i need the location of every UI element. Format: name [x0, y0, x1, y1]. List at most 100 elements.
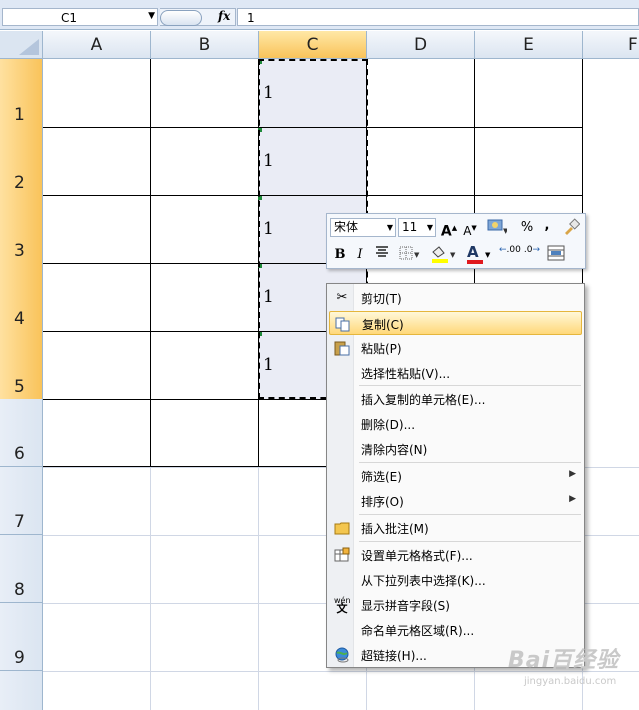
menu-item-label: 插入复制的单元格(E)... — [361, 393, 486, 407]
menu-item-copy[interactable]: 复制(C) — [329, 311, 582, 335]
menu-item-insert-copied-cells[interactable]: 插入复制的单元格(E)... — [329, 387, 582, 411]
increase-decimal-button[interactable]: ←.00 — [499, 245, 521, 265]
watermark-url: jingyan.baidu.com — [524, 676, 617, 687]
menu-item-define-name[interactable]: 命名单元格区域(R)... — [329, 618, 582, 642]
menu-separator — [359, 541, 581, 542]
select-all-icon — [19, 39, 39, 55]
fill-color-button[interactable]: ▼ — [429, 245, 459, 265]
menu-item-label: 剪切(T) — [361, 292, 402, 306]
menu-item-label: 删除(D)... — [361, 418, 416, 432]
column-header-e[interactable]: E — [475, 31, 583, 59]
font-size-value: 11 — [402, 220, 418, 234]
borders-button[interactable]: ▼ — [397, 245, 423, 265]
menu-separator — [359, 514, 581, 515]
phonetic-icon: wén 文 — [334, 596, 351, 615]
hyperlink-icon — [334, 647, 350, 663]
submenu-arrow-icon: ▶ — [569, 494, 576, 504]
menu-item-label: 排序(O) — [361, 495, 404, 509]
submenu-arrow-icon: ▶ — [569, 469, 576, 479]
row-header-10[interactable] — [0, 671, 43, 710]
select-all-button[interactable] — [0, 31, 43, 59]
menu-item-show-phonetic[interactable]: wén 文 显示拼音字段(S) — [329, 593, 582, 617]
paste-icon — [334, 340, 350, 356]
bold-button[interactable]: B — [332, 245, 348, 265]
paintbrush-icon — [565, 218, 581, 235]
row-number: 3 — [14, 241, 25, 261]
row-header-2[interactable]: 2 — [0, 127, 43, 196]
menu-item-delete[interactable]: 删除(D)... — [329, 412, 582, 436]
row-number: 4 — [14, 309, 25, 329]
accounting-icon: ▼ — [487, 219, 509, 235]
chevron-down-icon: ▼ — [485, 251, 491, 259]
column-header-b[interactable]: B — [151, 31, 259, 59]
scissors-icon: ✂ — [336, 290, 348, 305]
comment-icon — [334, 520, 350, 536]
menu-item-label: 复制(C) — [362, 318, 404, 332]
menu-separator — [359, 462, 581, 463]
formula-input-value: 1 — [247, 11, 255, 25]
menu-item-label: 显示拼音字段(S) — [361, 599, 450, 613]
center-button[interactable] — [373, 245, 391, 265]
svg-text:▼: ▼ — [414, 251, 420, 259]
increase-decimal-label: .00 — [506, 245, 521, 255]
column-header-d[interactable]: D — [367, 31, 475, 59]
menu-item-label: 设置单元格格式(F)... — [361, 549, 473, 563]
merge-center-button[interactable] — [546, 245, 566, 265]
italic-button[interactable]: I — [353, 245, 367, 265]
percent-style-button[interactable]: % — [519, 218, 535, 238]
column-header-f[interactable]: F — [583, 31, 639, 59]
chevron-down-icon: ▼ — [386, 223, 393, 232]
font-color-button[interactable]: A ▼ — [465, 243, 493, 265]
font-color-swatch — [467, 260, 483, 264]
row-header-1[interactable]: 1 — [0, 59, 43, 128]
font-color-label: A — [467, 243, 479, 261]
row-header-8[interactable]: 8 — [0, 535, 43, 603]
name-box-dropdown-icon[interactable]: ▼ — [148, 11, 155, 21]
context-menu: ✂ 剪切(T) 复制(C) 粘贴(P) 选择性粘贴(V)... 插入复制的单元格… — [326, 283, 585, 668]
grow-font-button[interactable]: A▲ — [440, 218, 458, 240]
svg-text:▼: ▼ — [503, 227, 507, 234]
row-number: 2 — [14, 173, 25, 193]
menu-item-label: 从下拉列表中选择(K)... — [361, 574, 486, 588]
row-header-5[interactable]: 5 — [0, 331, 43, 400]
row-header-4[interactable]: 4 — [0, 263, 43, 332]
menu-item-paste-special[interactable]: 选择性粘贴(V)... — [329, 361, 582, 385]
menu-item-format-cells[interactable]: 设置单元格格式(F)... — [329, 543, 582, 567]
menu-item-insert-comment[interactable]: 插入批注(M) — [329, 516, 582, 540]
insert-function-button[interactable]: fx — [218, 9, 230, 23]
column-header-a[interactable]: A — [43, 31, 151, 59]
menu-item-clear-contents[interactable]: 清除内容(N) — [329, 437, 582, 461]
mini-toolbar: 宋体 ▼ 11 ▼ A▲ A▼ ▼ % , B I ▼ ▼ A ▼ ←.00 .0→ — [326, 213, 586, 269]
decrease-decimal-button[interactable]: .0→ — [522, 245, 542, 265]
menu-item-paste[interactable]: 粘贴(P) — [329, 336, 582, 360]
watermark-logo: Bai百经验 jingyan.baidu.com — [508, 642, 633, 694]
menu-item-filter[interactable]: 筛选(E) ▶ — [329, 464, 582, 488]
cell-border — [150, 59, 151, 466]
formula-input[interactable]: 1 — [237, 8, 639, 26]
row-header-3[interactable]: 3 — [0, 195, 43, 264]
menu-item-cut[interactable]: ✂ 剪切(T) — [329, 286, 582, 310]
row-number: 9 — [14, 648, 25, 668]
menu-item-sort[interactable]: 排序(O) ▶ — [329, 489, 582, 513]
row-header-6[interactable]: 6 — [0, 399, 43, 467]
formula-bar-splitter[interactable] — [160, 10, 202, 26]
font-name-value: 宋体 — [334, 220, 359, 234]
menu-item-pick-from-list[interactable]: 从下拉列表中选择(K)... — [329, 568, 582, 592]
row-header-7[interactable]: 7 — [0, 467, 43, 535]
row-number: 5 — [14, 377, 25, 397]
name-box-value: C1 — [61, 11, 78, 25]
row-number: 6 — [14, 444, 25, 464]
accounting-format-button[interactable]: ▼ — [485, 218, 509, 238]
font-name-select[interactable]: 宋体 ▼ — [330, 218, 396, 237]
name-box[interactable]: C1 ▼ — [2, 8, 158, 26]
menu-item-label: 筛选(E) — [361, 470, 402, 484]
column-header-c[interactable]: C — [259, 31, 367, 59]
merge-cells-icon — [547, 245, 565, 261]
shrink-font-button[interactable]: A▼ — [462, 218, 478, 238]
row-header-9[interactable]: 9 — [0, 603, 43, 671]
comma-style-button[interactable]: , — [541, 216, 553, 236]
menu-item-label: 插入批注(M) — [361, 522, 429, 536]
format-painter-button[interactable] — [561, 218, 581, 238]
font-size-select[interactable]: 11 ▼ — [398, 218, 436, 237]
row-number: 7 — [14, 512, 25, 532]
